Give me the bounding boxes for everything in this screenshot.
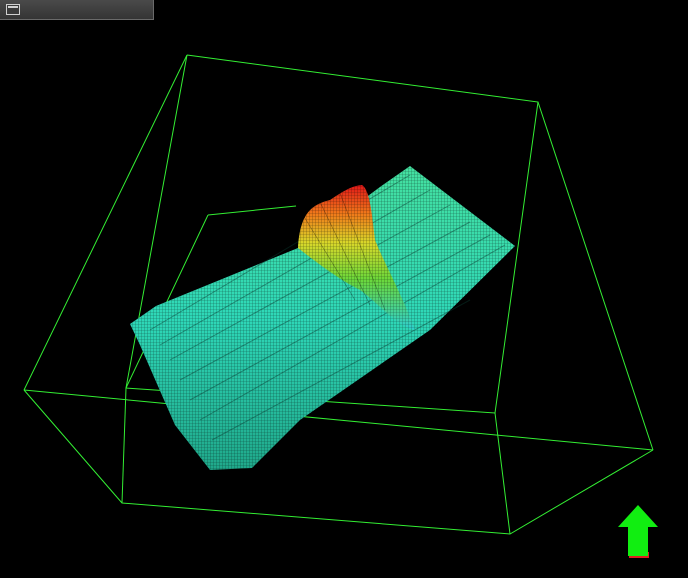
surface-plot-scene[interactable]: [0, 0, 688, 578]
bounding-box-front-edges: [23, 389, 654, 535]
bounding-box-edge: [23, 389, 654, 451]
bounding-box-edge: [121, 387, 127, 504]
arrow-up-icon[interactable]: [618, 505, 658, 558]
bounding-box-edge: [537, 101, 654, 451]
bounding-box-edge: [494, 412, 511, 535]
bounding-box-edge: [207, 205, 297, 216]
surface-mesh: [130, 166, 515, 470]
3d-viewport[interactable]: [0, 0, 688, 578]
